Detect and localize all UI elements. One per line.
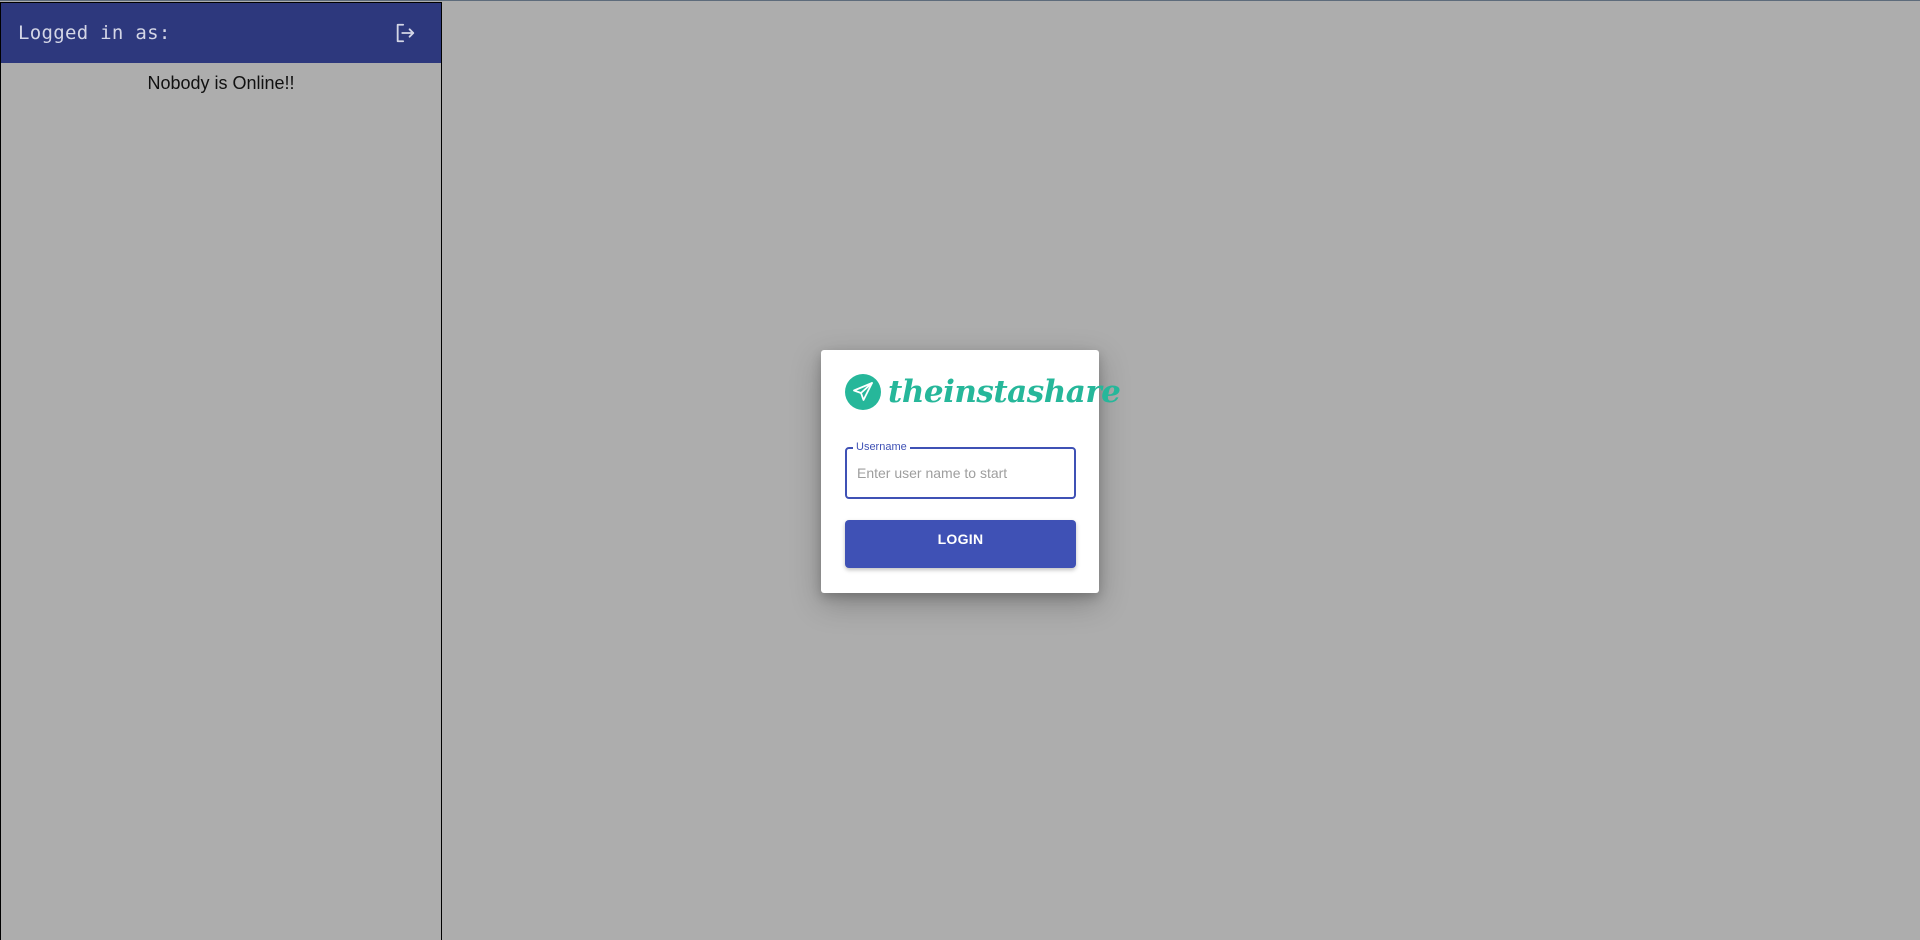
logged-in-label: Logged in as: [18,22,171,44]
login-card: theinstashare Username LOGIN [821,350,1121,593]
sidebar: Logged in as: Nobody is Online!! [0,2,442,940]
paper-plane-icon [845,374,881,410]
logout-icon [396,23,415,43]
online-status-text: Nobody is Online!! [147,73,295,93]
username-input[interactable] [855,461,1069,485]
brand-name: theinstashare [888,374,1121,410]
sidebar-header: Logged in as: [1,3,441,63]
login-button[interactable]: LOGIN [845,520,1076,568]
username-field: Username [845,440,1076,499]
username-label: Username [853,440,910,454]
main-area [442,2,1920,940]
brand-logo: theinstashare [845,374,1121,410]
app-window: Logged in as: Nobody is Online!! theinst… [0,0,1920,940]
logout-button[interactable] [391,19,419,47]
